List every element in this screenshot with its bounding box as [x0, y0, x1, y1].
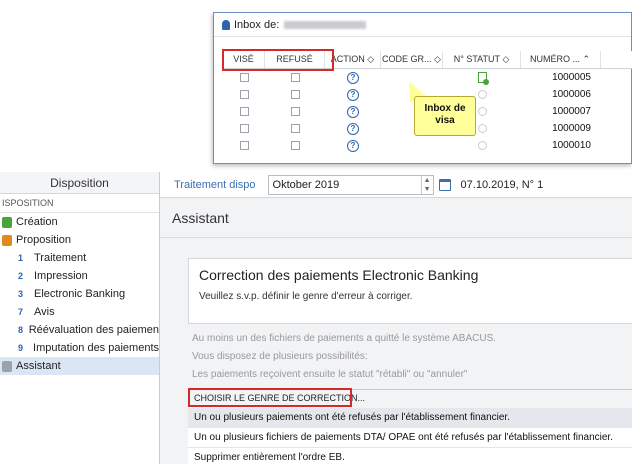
vise-checkbox[interactable] [239, 124, 249, 134]
sidebar-item-imputation[interactable]: 9 Imputation des paiements [0, 339, 159, 357]
help-icon[interactable]: ? [347, 71, 359, 84]
sidebar-section-title: ISPOSITION [0, 194, 159, 213]
table-row[interactable]: ? 1000005 [223, 69, 632, 86]
step-number: 3 [18, 289, 24, 299]
traitement-dispo-link[interactable]: Traitement dispo [174, 179, 256, 191]
document-status-icon [477, 72, 489, 86]
sidebar-item-avis[interactable]: 7 Avis [0, 303, 159, 321]
option-files-refused[interactable]: Un ou plusieurs fichiers de paiements DT… [188, 428, 632, 448]
main-panel: Traitement dispo Oktober 2019 ▲ ▼ 07.10.2… [160, 172, 632, 464]
vise-checkbox[interactable] [239, 141, 249, 151]
spin-arrows-icon[interactable]: ▲ ▼ [420, 175, 433, 194]
status-circle-icon [477, 141, 487, 151]
step-number: 8 [18, 325, 24, 335]
sidebar-item-creation[interactable]: Création [0, 213, 159, 231]
step-number: 7 [18, 307, 24, 317]
disposition-date: 07.10.2019, N° 1 [460, 178, 544, 191]
period-value: Oktober 2019 [272, 178, 340, 191]
sidebar-item-label: Proposition [16, 234, 72, 246]
sidebar-item-label: Réévaluation des paiemen [28, 324, 159, 336]
refuse-checkbox[interactable] [290, 107, 300, 117]
status-circle-icon [477, 124, 487, 134]
inbox-header: Inbox de: [214, 13, 631, 37]
sidebar-item-label: Impression [34, 270, 88, 282]
card-text: Veuillez s.v.p. définir le genre d'erreu… [199, 291, 413, 302]
highlight-frame [222, 49, 334, 71]
highlight-frame [188, 388, 352, 407]
sidebar-item-impression[interactable]: 2 Impression [0, 267, 159, 285]
sidebar-item-traitement[interactable]: 1 Traitement [0, 249, 159, 267]
col-statut[interactable]: N° STATUT ◇ [443, 51, 521, 68]
col-numero[interactable]: NUMÉRO ... ⌃ [521, 51, 601, 68]
sidebar-item-label: Electronic Banking [34, 288, 126, 300]
status-circle-icon [477, 90, 487, 100]
option-payments-refused[interactable]: Un ou plusieurs paiements ont été refusé… [188, 408, 632, 428]
numero-cell: 1000009 [552, 123, 591, 134]
numero-cell: 1000010 [552, 140, 591, 151]
table-row[interactable]: ? 1000010 [223, 137, 632, 154]
info-text: Au moins un des fichiers de paiements a … [188, 330, 632, 384]
period-select[interactable]: Oktober 2019 ▲ ▼ [267, 174, 434, 195]
toolbar: Traitement dispo Oktober 2019 ▲ ▼ 07.10.2… [160, 172, 632, 198]
assistant-icon [2, 360, 12, 372]
proposition-icon [2, 234, 12, 246]
refuse-checkbox[interactable] [290, 141, 300, 151]
info-line: Vous disposez de plusieurs possibilités: [192, 351, 368, 362]
creation-icon [2, 216, 12, 228]
sidebar-item-label: Assistant [16, 360, 61, 372]
sidebar-item-label: Avis [34, 306, 55, 318]
assistant-card: Correction des paiements Electronic Bank… [188, 258, 632, 324]
sidebar-item-assistant[interactable]: Assistant [0, 357, 159, 375]
numero-cell: 1000006 [552, 89, 591, 100]
vise-checkbox[interactable] [239, 107, 249, 117]
step-number: 1 [18, 253, 24, 263]
help-icon[interactable]: ? [347, 105, 359, 118]
sidebar-item-label: Traitement [34, 252, 87, 264]
redacted-username [284, 20, 367, 29]
info-line: Les paiements reçoivent ensuite le statu… [192, 369, 468, 380]
help-icon[interactable]: ? [347, 88, 359, 101]
info-line: Au moins un des fichiers de paiements a … [192, 333, 497, 344]
inbox-callout: Inbox de visa [414, 96, 476, 136]
inbox-title: Inbox de: [234, 18, 280, 31]
assistant-title: Assistant [160, 198, 632, 238]
user-icon [222, 19, 230, 30]
col-code[interactable]: CODE GR... ◇ [381, 51, 443, 68]
option-delete-order[interactable]: Supprimer entièrement l'ordre EB. [188, 448, 632, 464]
refuse-checkbox[interactable] [290, 73, 300, 83]
vise-checkbox[interactable] [239, 90, 249, 100]
sidebar-item-electronic-banking[interactable]: 3 Electronic Banking [0, 285, 159, 303]
refuse-checkbox[interactable] [290, 90, 300, 100]
sidebar-item-label: Création [16, 216, 58, 228]
sidebar-item-label: Imputation des paiements [33, 342, 159, 354]
sidebar-item-reevaluation[interactable]: 8 Réévaluation des paiemen [0, 321, 159, 339]
help-icon[interactable]: ? [347, 139, 359, 152]
status-circle-icon [477, 107, 487, 117]
sidebar-header: Disposition [0, 172, 159, 194]
sidebar-item-proposition[interactable]: Proposition [0, 231, 159, 249]
disposition-sidebar: Disposition ISPOSITION Création Proposit… [0, 172, 160, 464]
card-title: Correction des paiements Electronic Bank… [199, 267, 479, 283]
step-number: 9 [18, 343, 24, 353]
numero-cell: 1000005 [552, 72, 591, 83]
calendar-icon[interactable] [438, 178, 451, 191]
numero-cell: 1000007 [552, 106, 591, 117]
vise-checkbox[interactable] [239, 73, 249, 83]
step-number: 2 [18, 271, 24, 281]
help-icon[interactable]: ? [347, 122, 359, 135]
refuse-checkbox[interactable] [290, 124, 300, 134]
